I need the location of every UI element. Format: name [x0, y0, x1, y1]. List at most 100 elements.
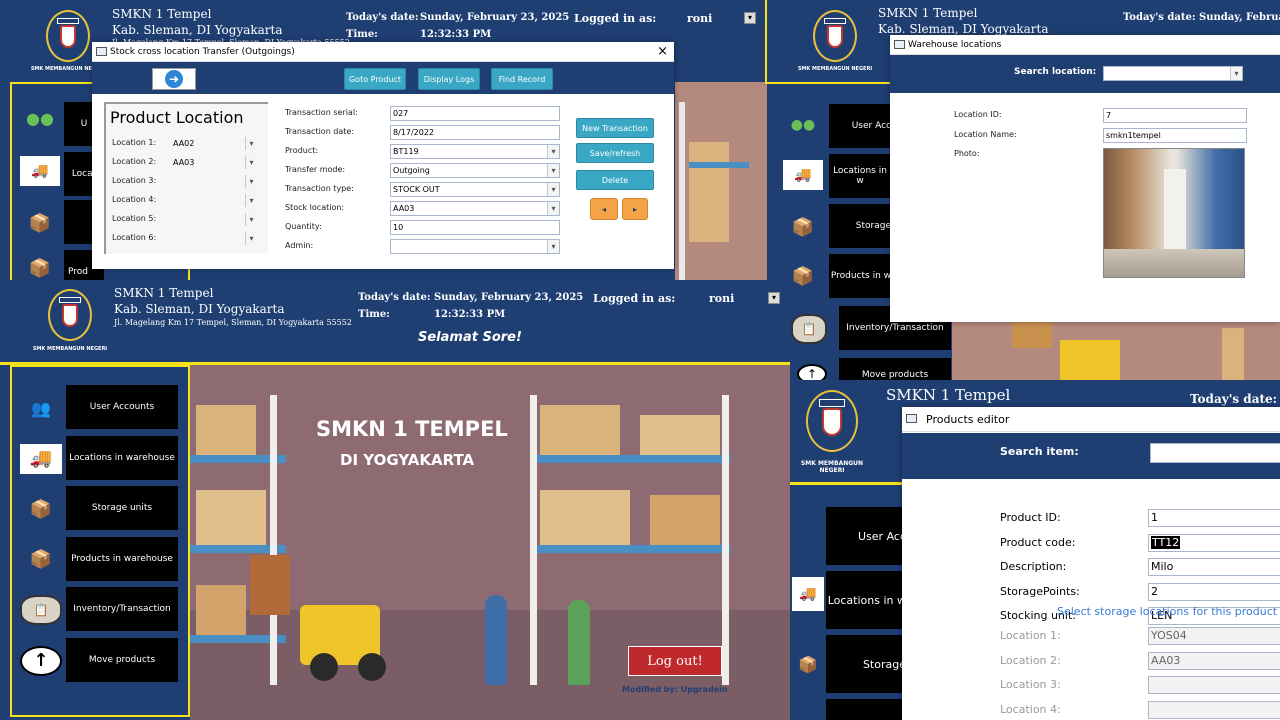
- boxes-icon: 📦: [791, 216, 815, 238]
- menu-move-products[interactable]: Move products: [839, 358, 951, 380]
- transfer-field-input[interactable]: [390, 239, 560, 254]
- arrow-right-icon[interactable]: ➜: [152, 68, 196, 90]
- school-logo: [46, 10, 90, 62]
- school-region: Kab. Sleman, DI Yogyakarta: [114, 302, 285, 316]
- menu-locations[interactable]: Locations in w: [829, 154, 891, 198]
- photo-label: Photo:: [954, 149, 980, 158]
- product-field-input[interactable]: 1: [1148, 509, 1280, 527]
- school-logo: [806, 390, 858, 452]
- transfer-field-input[interactable]: AA03: [390, 201, 560, 216]
- worker-1: [485, 595, 507, 685]
- transfer-field-input[interactable]: BT119: [390, 144, 560, 159]
- product-field-input[interactable]: Milo: [1148, 558, 1280, 576]
- boxes-icon: 📦: [28, 212, 52, 234]
- product-location-field[interactable]: AA03: [1148, 651, 1280, 670]
- warehouse-scene-bg: [952, 322, 1280, 380]
- menu-item[interactable]: User Accounts: [66, 385, 178, 429]
- school-address: Jl. Magelang Km 17 Tempel, Sleman, DI Yo…: [114, 318, 352, 327]
- warehouse-dialog-titlebar: Warehouse locations: [890, 35, 1280, 55]
- menu-locations[interactable]: Locations in w: [826, 571, 906, 629]
- transfer-field-label: Product:: [285, 146, 319, 155]
- screenshot-main-menu: SMK MEMBANGUN NEGERI SMKN 1 Tempel Kab. …: [0, 280, 790, 720]
- product-field-label: Product code:: [1000, 535, 1076, 549]
- search-item-input[interactable]: [1150, 443, 1280, 463]
- location-id-field[interactable]: 7: [1103, 108, 1247, 123]
- warehouse-photo: [1103, 148, 1245, 278]
- search-location-label: Search location:: [1014, 67, 1097, 77]
- school-name: SMKN 1 Tempel: [886, 386, 1011, 404]
- menu-user-accounts[interactable]: User Acc: [829, 104, 891, 148]
- goto-product-button[interactable]: Goto Product: [344, 68, 406, 90]
- product-location-label: Location 2:: [1000, 653, 1061, 667]
- products-dialog-title: Products editor: [926, 412, 1010, 426]
- search-item-label: Search item:: [1000, 445, 1079, 458]
- transfer-field-input[interactable]: 027: [390, 106, 560, 121]
- product-field-label: StoragePoints:: [1000, 584, 1080, 598]
- find-record-button[interactable]: Find Record: [491, 68, 553, 90]
- prev-record-button[interactable]: ◂: [590, 198, 618, 220]
- today-label: Today's date:: [358, 292, 431, 303]
- worker-2: [568, 600, 590, 685]
- transfer-field-label: Transaction date:: [285, 127, 355, 136]
- school-name: SMKN 1 Tempel: [114, 286, 214, 300]
- display-logs-button[interactable]: Display Logs: [418, 68, 480, 90]
- menu-storage-units[interactable]: Storage: [826, 635, 906, 693]
- users-icon: ●●: [790, 117, 816, 133]
- product-location-field[interactable]: [1148, 676, 1280, 694]
- close-icon[interactable]: ×: [657, 44, 668, 59]
- transfer-field-input[interactable]: STOCK OUT: [390, 182, 560, 197]
- new-transaction-button[interactable]: New Transaction: [576, 118, 654, 138]
- transfer-field-input[interactable]: Outgoing: [390, 163, 560, 178]
- user-dropdown-icon[interactable]: ▾: [768, 292, 780, 304]
- logged-label: Logged in as:: [574, 12, 657, 25]
- location-4-select[interactable]: [170, 193, 258, 208]
- user-dropdown-icon[interactable]: ▾: [744, 12, 756, 24]
- save-refresh-button[interactable]: Save/refresh: [576, 143, 654, 163]
- today-label: Today's date:: [1190, 392, 1278, 406]
- menu-products[interactable]: Products in w: [829, 254, 891, 298]
- menu-item[interactable]: Inventory/Transaction: [66, 587, 178, 631]
- transfer-field-label: Admin:: [285, 241, 314, 250]
- banner-subtitle: DI YOGYAKARTA: [340, 451, 475, 469]
- next-record-button[interactable]: ▸: [622, 198, 648, 220]
- transfer-dialog-titlebar: Stock cross location Transfer (Outgoings…: [92, 42, 674, 62]
- logo-caption: SMK MEMBANGUN NEGERI: [32, 346, 108, 352]
- delete-button[interactable]: Delete: [576, 170, 654, 190]
- location-name-field[interactable]: smkn1tempel: [1103, 128, 1247, 143]
- menu-storage-units[interactable]: Storage: [829, 204, 891, 248]
- transfer-field-input[interactable]: 8/17/2022: [390, 125, 560, 140]
- transfer-field-input[interactable]: 10: [390, 220, 560, 235]
- location-1-select[interactable]: AA02: [170, 136, 258, 151]
- product-field-input[interactable]: 2: [1148, 582, 1280, 601]
- truck-icon: 🚚: [783, 160, 823, 190]
- product-location-field[interactable]: [1148, 700, 1280, 719]
- product-location-field[interactable]: YOS04: [1148, 627, 1280, 645]
- menu-item[interactable]: Locations in warehouse: [66, 435, 178, 480]
- product-location-label: Location 4:: [1000, 702, 1061, 716]
- location-6-label: Location 6:: [112, 233, 157, 242]
- school-logo: [48, 289, 92, 341]
- search-location-input[interactable]: [1103, 66, 1243, 81]
- transfer-dialog: Stock cross location Transfer (Outgoings…: [92, 42, 674, 269]
- menu-item[interactable]: Storage units: [66, 486, 178, 530]
- menu-item[interactable]: Products in warehouse: [66, 536, 178, 581]
- product-location-label: Location 3:: [1000, 678, 1061, 691]
- warehouse-search-bar: Search location:: [890, 55, 1280, 93]
- location-3-select[interactable]: [170, 174, 258, 189]
- menu-item[interactable]: Move products: [66, 637, 178, 682]
- products-search-bar: Search item:: [902, 433, 1280, 479]
- warehouse-scene-bg: [675, 82, 775, 280]
- today-value: Sunday, February 23, 2025: [420, 12, 570, 23]
- today-value: Sunday, February 23, 2025: [434, 292, 584, 303]
- location-2-select[interactable]: AA03: [170, 155, 258, 170]
- menu-products[interactable]: [826, 699, 906, 720]
- location-5-select[interactable]: [170, 212, 258, 227]
- truck-icon: 🚚: [20, 156, 60, 186]
- product-field-input[interactable]: TT12: [1148, 533, 1280, 552]
- logout-button[interactable]: Log out!: [628, 646, 722, 676]
- location-1-label: Location 1:: [112, 138, 157, 147]
- product-location-label: Location 1:: [1000, 629, 1061, 642]
- transfer-field-label: Transaction type:: [285, 184, 354, 193]
- location-6-select[interactable]: [170, 231, 258, 246]
- menu-user-accounts[interactable]: User Acc: [826, 507, 906, 565]
